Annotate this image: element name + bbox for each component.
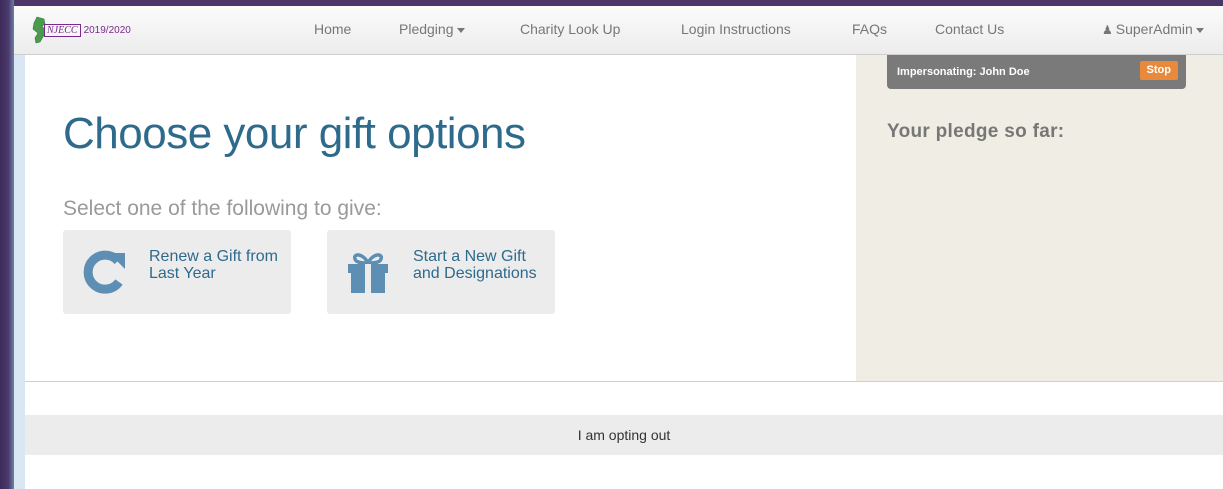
impersonation-bar: Impersonating: John Doe Stop [887, 55, 1186, 89]
renew-gift-label: Renew a Gift from Last Year [149, 248, 278, 282]
page-subtitle: Select one of the following to give: [63, 197, 382, 220]
impersonation-text: Impersonating: John Doe [897, 66, 1030, 78]
user-menu[interactable]: ♟ SuperAdmin [1102, 21, 1204, 37]
opt-out-button[interactable]: I am opting out [25, 415, 1223, 455]
user-icon: ♟ [1102, 23, 1113, 37]
pledge-sidebar: Impersonating: John Doe Stop Your pledge… [856, 55, 1223, 381]
gift-icon [348, 253, 388, 293]
brand-year: 2019/2020 [83, 24, 131, 36]
chevron-down-icon [456, 27, 465, 33]
nav-pledging-label: Pledging [399, 21, 454, 37]
nav-charity-look-up[interactable]: Charity Look Up [520, 21, 620, 37]
user-name: SuperAdmin [1115, 21, 1193, 37]
navbar: NJECC 2019/2020 Home Pledging Charity Lo… [14, 6, 1223, 55]
nav-pledging[interactable]: Pledging [399, 21, 465, 37]
nav-faqs[interactable]: FAQs [852, 21, 887, 37]
app-window: NJECC 2019/2020 Home Pledging Charity Lo… [14, 6, 1223, 489]
renew-gift-button[interactable]: Renew a Gift from Last Year [63, 230, 291, 314]
window-frame-left [0, 0, 14, 489]
chevron-down-icon [1195, 27, 1204, 33]
brand-logo-link[interactable]: NJECC 2019/2020 [30, 16, 131, 44]
page-title: Choose your gift options [63, 109, 526, 158]
refresh-icon [83, 250, 125, 294]
pledge-summary-title: Your pledge so far: [887, 121, 1065, 142]
nav-login-instructions[interactable]: Login Instructions [681, 21, 791, 37]
new-gift-button[interactable]: Start a New Gift and Designations [327, 230, 555, 314]
new-gift-label: Start a New Gift and Designations [413, 248, 537, 282]
nav-contact-us[interactable]: Contact Us [935, 21, 1004, 37]
lower-panel: I am opting out [25, 382, 1223, 489]
main-panel: Choose your gift options Select one of t… [25, 55, 856, 381]
brand-abbr: NJECC [44, 23, 81, 37]
nav-home[interactable]: Home [314, 21, 351, 37]
stop-impersonation-button[interactable]: Stop [1139, 61, 1178, 80]
